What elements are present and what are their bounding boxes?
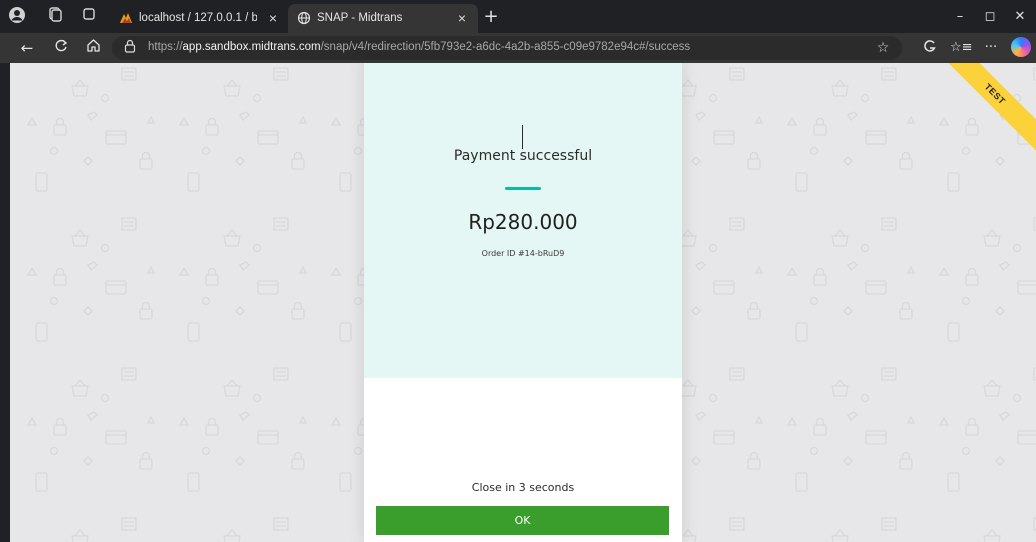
accent-divider xyxy=(505,187,541,190)
test-mode-ribbon: TEST xyxy=(946,63,1036,153)
url-host: app.sandbox.midtrans.com xyxy=(182,41,321,53)
more-options-icon[interactable]: ··· xyxy=(980,37,1002,59)
refresh-icon[interactable] xyxy=(50,37,72,59)
text-cursor xyxy=(522,125,523,149)
browser-toolbar: ← https://app.sandbox.midtrans.com/snap/… xyxy=(0,33,1036,63)
restore-button[interactable]: ◻ xyxy=(976,6,1004,28)
snap-payment-modal: Payment successful Rp280.000 Order ID #1… xyxy=(364,63,682,542)
profile-avatar-icon[interactable] xyxy=(6,6,28,28)
tab-title: localhost / 127.0.0.1 / bwa_laracar xyxy=(139,12,257,24)
lock-icon[interactable] xyxy=(122,39,138,57)
address-bar[interactable]: https://app.sandbox.midtrans.com/snap/v4… xyxy=(112,36,902,60)
ok-button[interactable]: OK xyxy=(376,506,669,535)
window-close-button[interactable]: ✕ xyxy=(1006,6,1034,28)
copilot-icon[interactable] xyxy=(1011,37,1031,57)
tab-close-icon[interactable]: × xyxy=(454,10,470,26)
url-path: /snap/v4/redirection/5fb793e2-a6dc-4a2b-… xyxy=(320,41,691,53)
favorite-star-icon[interactable]: ☆ xyxy=(874,38,892,58)
tab-close-icon[interactable]: × xyxy=(265,10,281,26)
extension-icon[interactable] xyxy=(918,37,940,59)
close-countdown-text: Close in 3 seconds xyxy=(471,481,575,494)
tab-title: SNAP - Midtrans xyxy=(317,12,403,24)
globe-favicon-icon xyxy=(297,11,311,25)
url-scheme: https:// xyxy=(148,41,183,53)
phpmyadmin-favicon-icon xyxy=(119,11,133,25)
tab-actions-icon[interactable] xyxy=(78,6,100,28)
test-ribbon-label: TEST xyxy=(946,63,1036,153)
home-icon[interactable] xyxy=(82,37,104,59)
payment-success-panel: Payment successful Rp280.000 Order ID #1… xyxy=(364,63,682,378)
url-text[interactable]: https://app.sandbox.midtrans.com/snap/v4… xyxy=(148,41,690,53)
page-viewport: TEST Payment successful Rp280.000 Order … xyxy=(10,63,1036,542)
back-icon[interactable]: ← xyxy=(16,37,38,59)
tab-phpmyadmin[interactable]: localhost / 127.0.0.1 / bwa_laracar × xyxy=(110,4,287,33)
minimize-button[interactable]: – xyxy=(946,6,974,28)
favorites-icon[interactable]: ☆≡ xyxy=(950,37,973,59)
order-id-text: Order ID #14-bRuD9 xyxy=(481,249,565,258)
payment-status-text: Payment successful xyxy=(453,148,593,164)
new-tab-button[interactable]: + xyxy=(480,6,502,28)
workspaces-icon[interactable] xyxy=(44,6,66,28)
tab-snap-midtrans[interactable]: SNAP - Midtrans × xyxy=(288,4,478,33)
payment-amount: Rp280.000 xyxy=(468,210,578,234)
browser-tab-strip: localhost / 127.0.0.1 / bwa_laracar × SN… xyxy=(0,0,1036,33)
